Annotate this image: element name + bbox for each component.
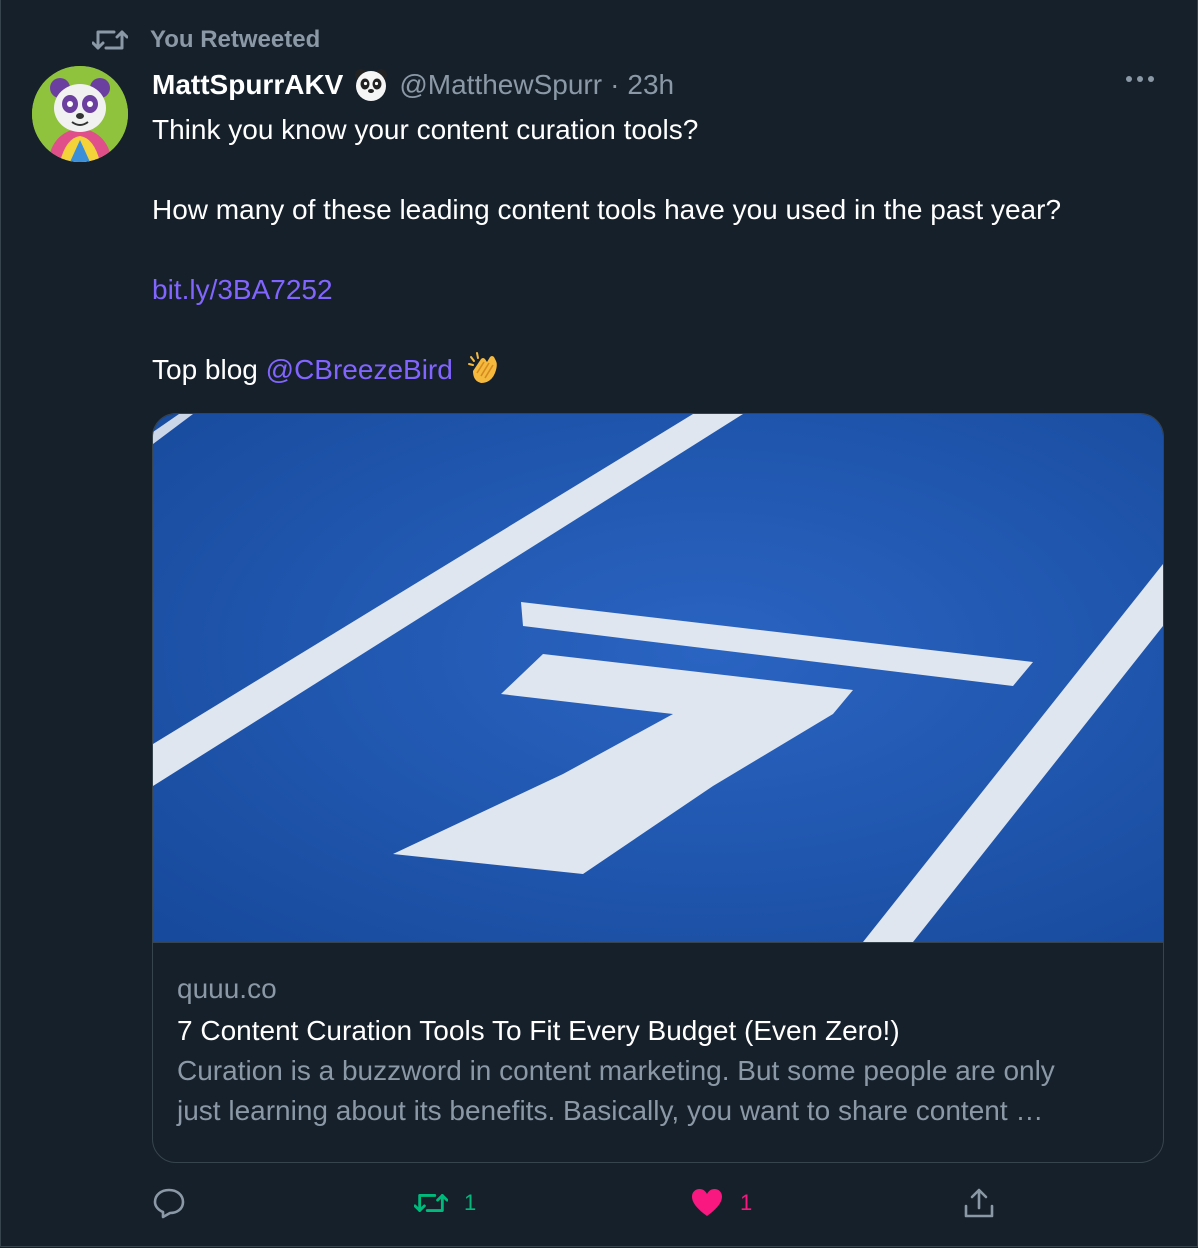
retweet-icon (414, 1194, 448, 1212)
reply-icon (153, 1188, 185, 1219)
author-handle[interactable]: @MatthewSpurr (399, 69, 602, 101)
clapping-hands-icon (467, 352, 497, 383)
retweet-count: 1 (464, 1190, 477, 1215)
retweet-context: You Retweeted (92, 26, 320, 54)
card-description-line: just learning about its benefits. Basica… (177, 1095, 1044, 1126)
card-description-line: Curation is a buzzword in content market… (177, 1055, 1055, 1086)
card-domain: quuu.co (177, 973, 277, 1004)
retweet-button[interactable]: 1 (414, 1186, 476, 1220)
retweet-icon (92, 30, 128, 50)
panda-emoji-icon (355, 69, 388, 101)
tweet-timestamp[interactable]: 23h (627, 69, 674, 101)
card-title: 7 Content Curation Tools To Fit Every Bu… (177, 1015, 900, 1046)
tweet-line: Top blog (152, 354, 258, 385)
panda-avatar-icon (32, 66, 128, 162)
header-separator: · (610, 69, 620, 100)
retweet-context-label[interactable]: You Retweeted (150, 26, 320, 54)
tweet-link[interactable]: bit.ly/3BA7252 (152, 274, 333, 305)
reply-button[interactable] (152, 1186, 186, 1220)
tweet-line: How many of these leading content tools … (152, 194, 1062, 225)
like-button[interactable]: 1 (690, 1186, 752, 1220)
tweet-text: Think you know your content curation too… (152, 110, 1162, 390)
running-track-lane-7-image (153, 414, 1163, 943)
tweet-header: MattSpurrAKV @MatthewSpurr · 23h (152, 66, 674, 104)
tweet-actions: 1 1 (152, 1186, 1012, 1230)
author-avatar[interactable] (32, 66, 128, 162)
more-options-icon[interactable] (1126, 76, 1154, 82)
share-icon (964, 1188, 994, 1218)
like-count: 1 (740, 1190, 753, 1215)
tweet-line: Think you know your content curation too… (152, 114, 699, 145)
link-preview-card[interactable]: quuu.co 7 Content Curation Tools To Fit … (152, 413, 1164, 1163)
share-button[interactable] (962, 1186, 996, 1220)
heart-icon (692, 1189, 722, 1216)
author-display-name[interactable]: MattSpurrAKV (152, 69, 343, 101)
mention-link[interactable]: @CBreezeBird (266, 354, 453, 385)
